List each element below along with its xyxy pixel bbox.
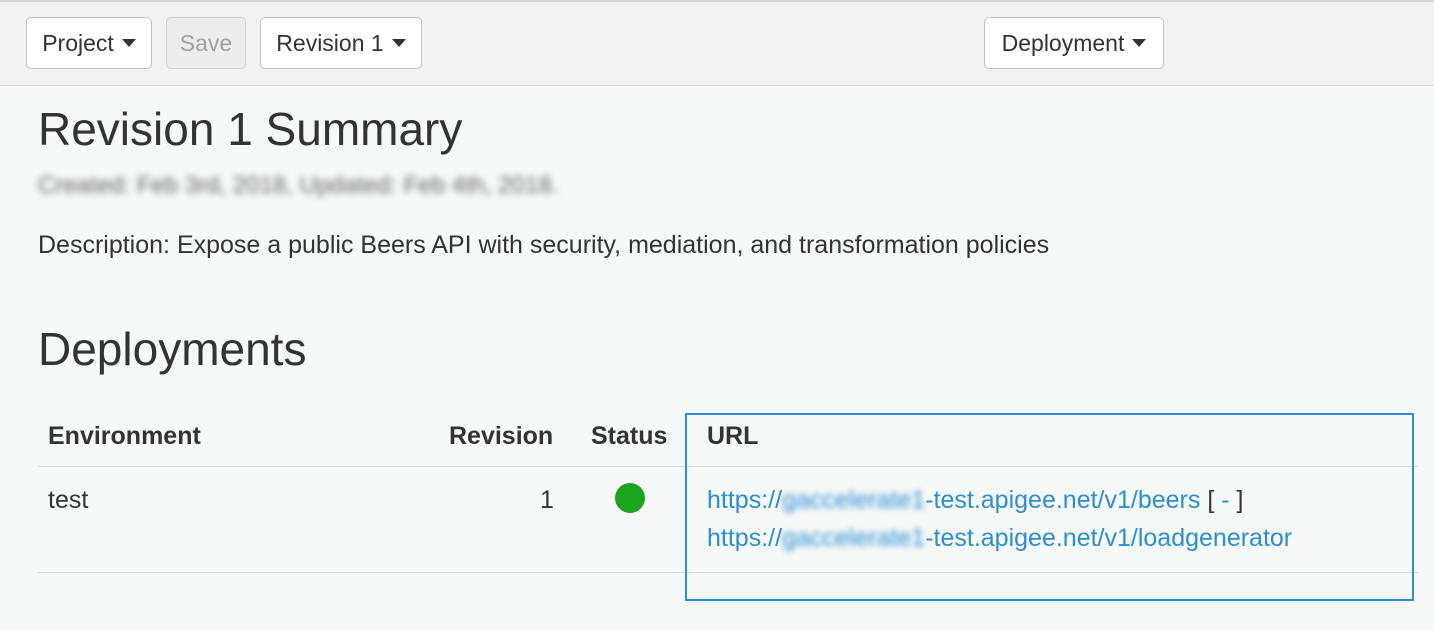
column-header-environment: Environment bbox=[48, 422, 201, 450]
status-indicator-icon bbox=[615, 483, 645, 513]
page-title: Revision 1 Summary bbox=[38, 103, 463, 155]
column-header-status: Status bbox=[591, 422, 668, 450]
save-label: Save bbox=[179, 29, 233, 56]
deployment-menu-label: Deployment bbox=[1001, 29, 1125, 56]
revision-description: Description: Expose a public Beers API w… bbox=[38, 231, 1050, 259]
revision-menu-button[interactable]: Revision 1 bbox=[260, 17, 422, 69]
toolbar: Project Save Revision 1 Deployment bbox=[0, 0, 1434, 86]
url-column-highlight bbox=[685, 413, 1414, 601]
revision-menu-label: Revision 1 bbox=[276, 29, 384, 56]
revision-cell: 1 bbox=[540, 486, 554, 514]
project-menu-label: Project bbox=[42, 29, 114, 56]
chevron-down-icon bbox=[1132, 39, 1147, 47]
environment-cell: test bbox=[48, 486, 89, 514]
chevron-down-icon bbox=[121, 39, 136, 47]
revision-dates: Created: Feb 3rd, 2018, Updated: Feb 4th… bbox=[38, 172, 559, 199]
deployments-heading: Deployments bbox=[38, 323, 307, 375]
save-button[interactable]: Save bbox=[166, 17, 246, 69]
column-header-revision: Revision bbox=[449, 422, 554, 450]
project-menu-button[interactable]: Project bbox=[26, 17, 152, 69]
chevron-down-icon bbox=[391, 39, 406, 47]
deployment-menu-button[interactable]: Deployment bbox=[984, 17, 1164, 69]
